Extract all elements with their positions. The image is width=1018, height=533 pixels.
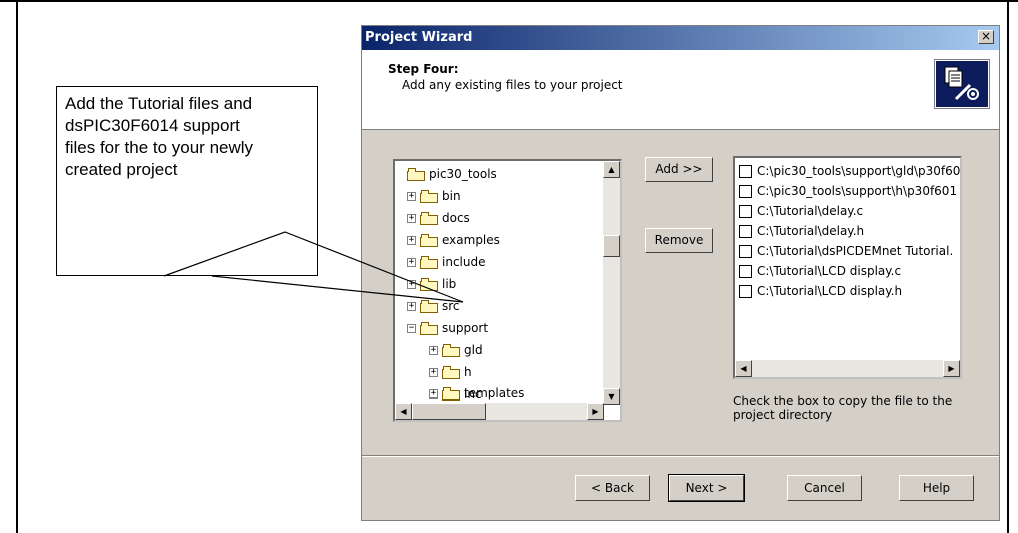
- callout-pointer: [163, 231, 464, 303]
